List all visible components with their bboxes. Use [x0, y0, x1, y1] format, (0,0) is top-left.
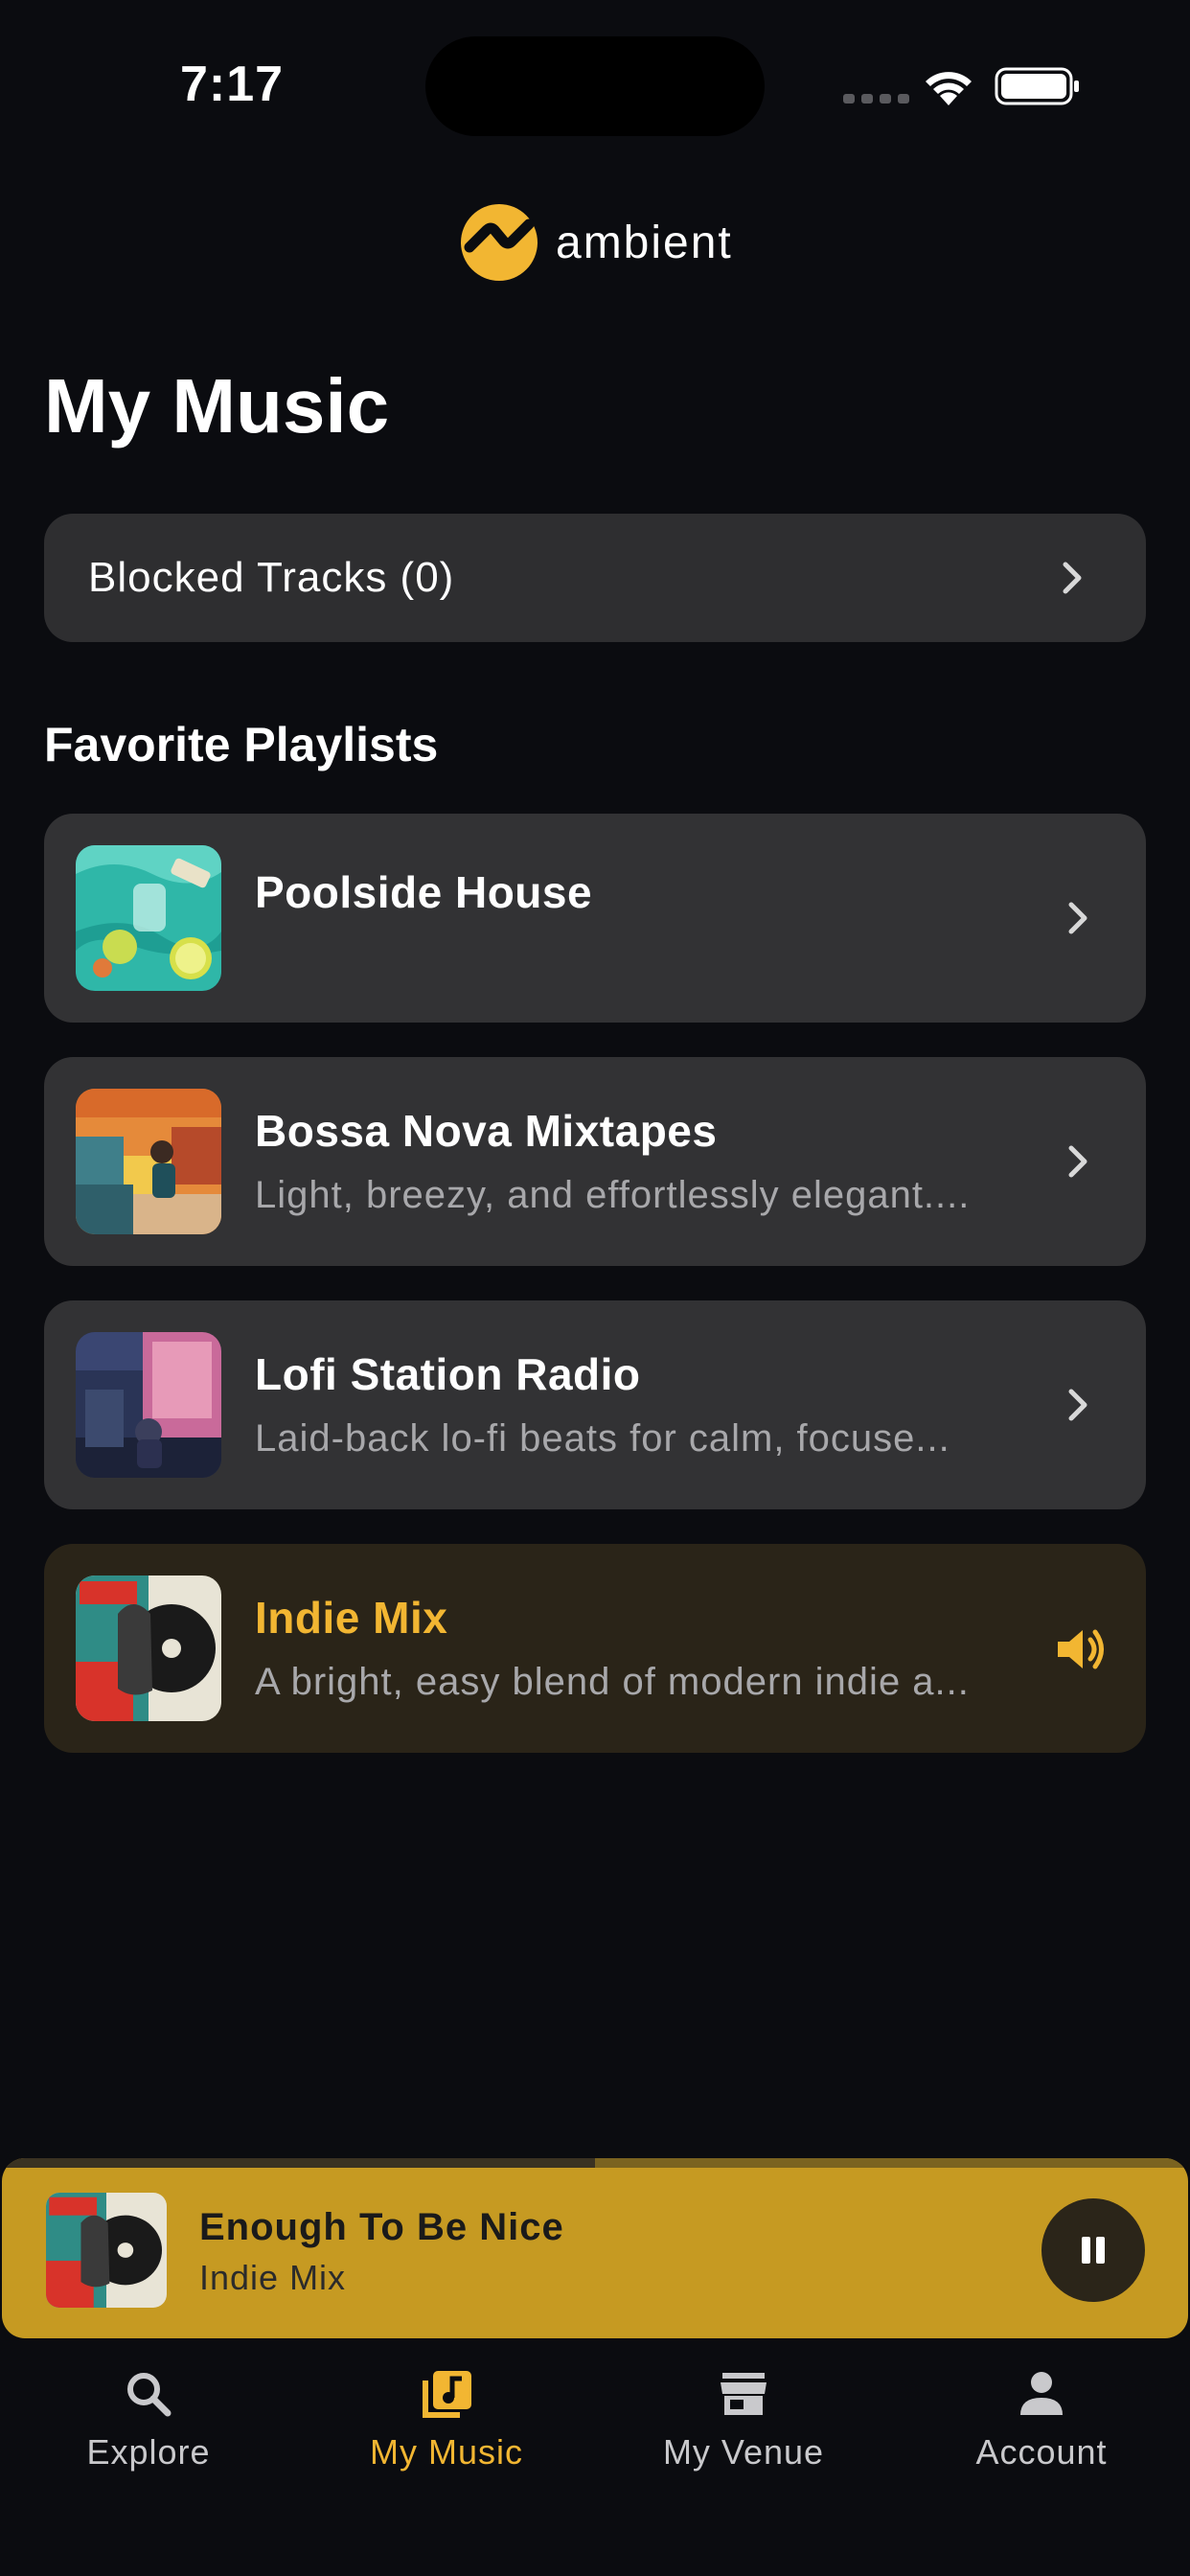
brand-name: ambient — [556, 217, 733, 268]
playlist-name: Indie Mix — [255, 1593, 448, 1643]
brand-logo: ambient — [460, 203, 733, 282]
chevron-right-icon — [1068, 1145, 1087, 1178]
chevron-right-icon — [1068, 902, 1087, 934]
playlist-artwork — [76, 1089, 221, 1234]
tab-explore[interactable]: Explore — [34, 2365, 263, 2472]
pause-icon — [1082, 2237, 1105, 2264]
favorite-playlists-heading: Favorite Playlists — [44, 718, 439, 771]
tab-my-music[interactable]: My Music — [332, 2365, 561, 2472]
music-library-icon — [423, 2371, 471, 2418]
playlist-name: Bossa Nova Mixtapes — [255, 1106, 718, 1156]
ambient-logo-icon — [461, 204, 538, 281]
playlist-description: A bright, easy blend of modern indie a..… — [255, 1661, 970, 1703]
status-bar: 7:17 — [0, 0, 1190, 144]
playlist-description: Laid-back lo-fi beats for calm, focuse..… — [255, 1417, 950, 1460]
tab-label: My Venue — [662, 2432, 825, 2472]
chevron-right-icon — [1068, 1389, 1087, 1421]
playlist-artwork — [76, 1576, 221, 1721]
playback-progress-fill — [2, 2158, 595, 2168]
tab-my-venue[interactable]: My Venue — [629, 2365, 858, 2472]
dynamic-island — [425, 36, 765, 136]
playlist-item-bossa-nova-mixtapes[interactable]: Bossa Nova Mixtapes Light, breezy, and e… — [44, 1057, 1146, 1266]
blocked-tracks-label: Blocked Tracks (0) — [88, 554, 455, 601]
tab-label: My Music — [370, 2432, 523, 2472]
playlist-artwork — [76, 1332, 221, 1478]
tab-label: Account — [975, 2432, 1108, 2472]
wifi-icon — [926, 72, 972, 105]
playlist-item-lofi-station-radio[interactable]: Lofi Station Radio Laid-back lo-fi beats… — [44, 1300, 1146, 1509]
now-playing-artwork — [46, 2193, 167, 2308]
playlist-description: Light, breezy, and effortlessly elegant.… — [255, 1174, 971, 1216]
tab-label: Explore — [86, 2432, 211, 2472]
playlist-artwork — [76, 845, 221, 991]
page-title: My Music — [44, 363, 390, 448]
cellular-signal-icon — [843, 94, 909, 104]
playback-progress-track[interactable] — [2, 2158, 1188, 2168]
now-playing-bar[interactable]: Enough To Be Nice Indie Mix — [2, 2158, 1188, 2338]
storefront-icon — [721, 2373, 767, 2415]
blocked-tracks-row[interactable]: Blocked Tracks (0) — [44, 514, 1146, 642]
playlist-item-poolside-house[interactable]: Poolside House — [44, 814, 1146, 1023]
now-playing-track-title: Enough To Be Nice — [199, 2206, 564, 2248]
playlist-name: Lofi Station Radio — [255, 1349, 641, 1399]
search-icon — [127, 2373, 172, 2417]
playlist-name: Poolside House — [255, 867, 593, 917]
now-playing-playlist-name: Indie Mix — [199, 2258, 347, 2297]
tab-account[interactable]: Account — [927, 2365, 1156, 2472]
status-time: 7:17 — [180, 57, 285, 112]
bottom-tab-bar: Explore My Music My Venue Account — [0, 2338, 1190, 2576]
speaker-volume-icon — [1058, 1629, 1104, 1669]
battery-icon — [995, 67, 1079, 105]
pause-button[interactable] — [1041, 2198, 1145, 2302]
playlist-item-indie-mix[interactable]: Indie Mix A bright, easy blend of modern… — [44, 1544, 1146, 1753]
chevron-right-icon — [1063, 562, 1082, 594]
person-icon — [1020, 2372, 1063, 2415]
